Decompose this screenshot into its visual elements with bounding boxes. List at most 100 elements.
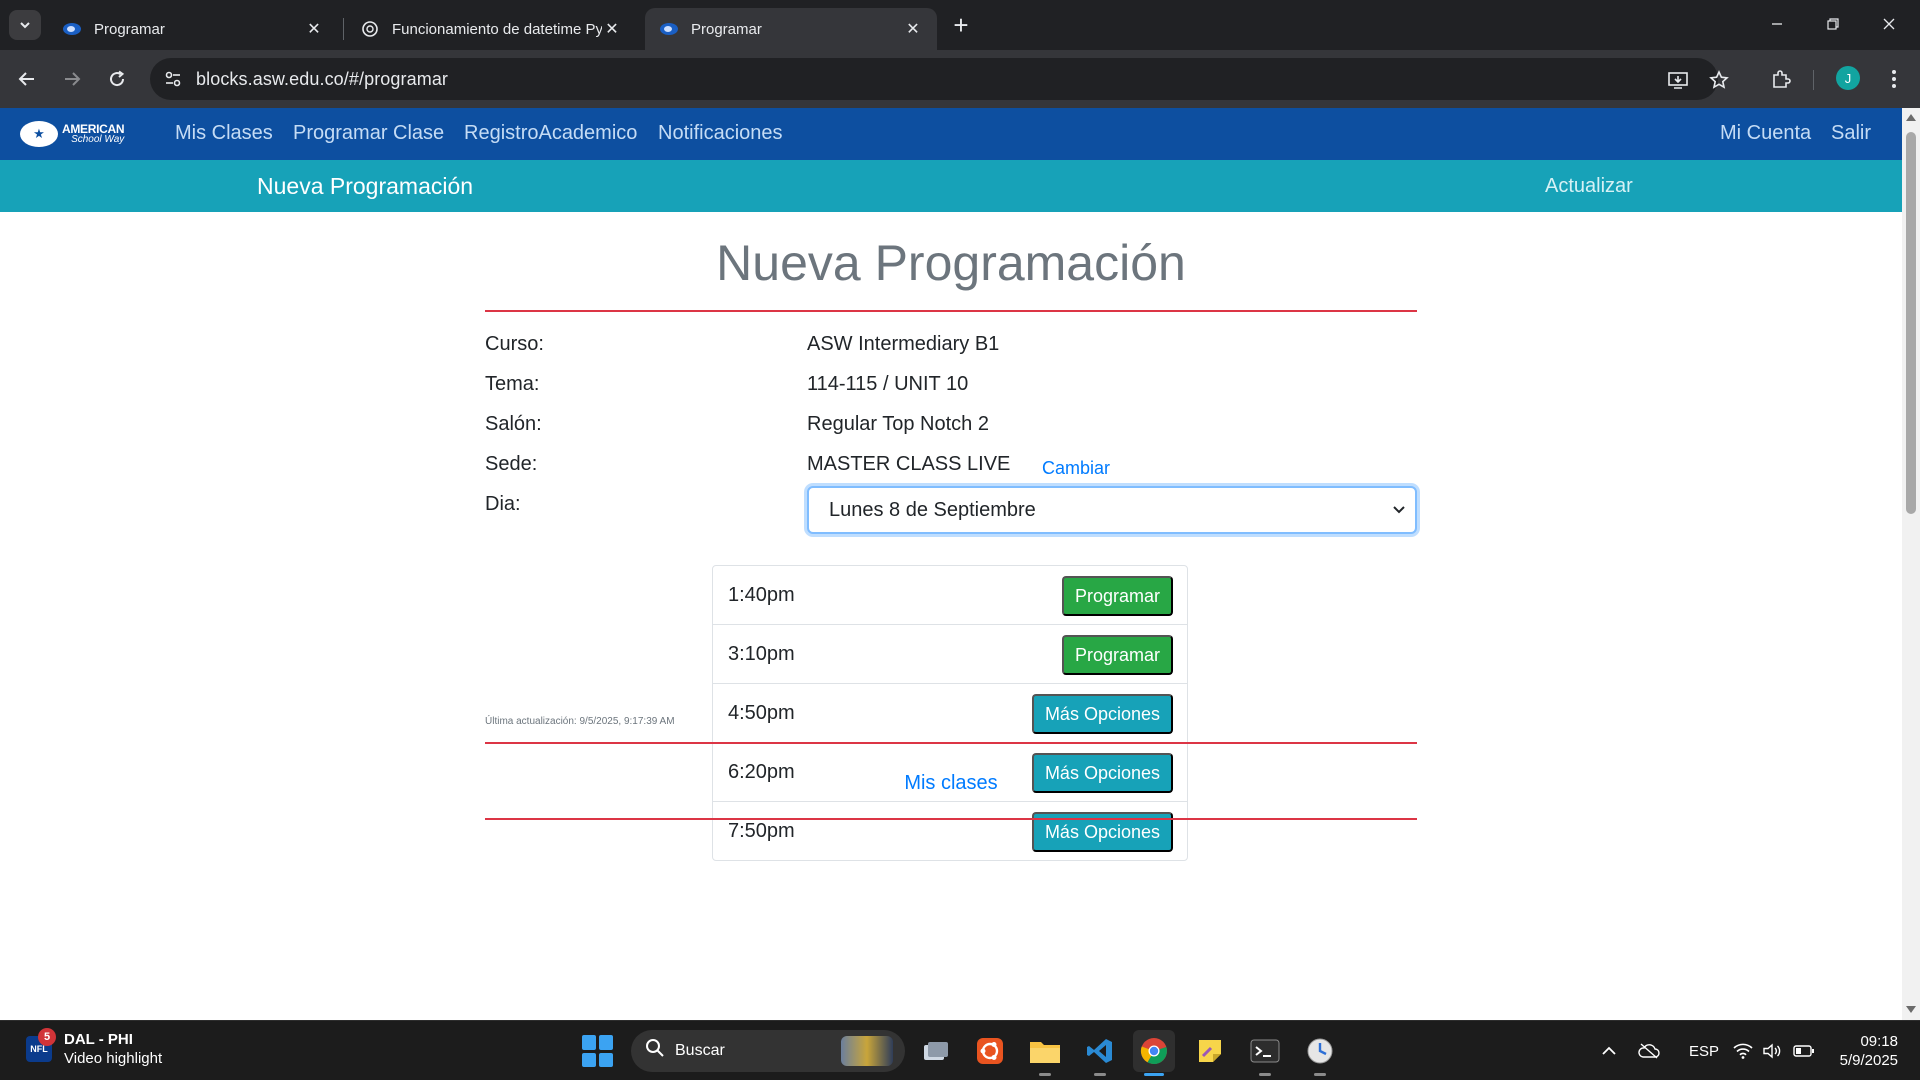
language-indicator[interactable]: ESP [1684,1037,1724,1065]
field-label: Dia: [485,493,521,515]
field-row-dia: Dia: Lunes 8 de Septiembre [485,485,1417,537]
nav-link-registro-academico[interactable]: RegistroAcademico [464,122,637,145]
file-explorer-icon[interactable] [1024,1030,1066,1076]
url-text[interactable]: blocks.asw.edu.co/#/programar [196,69,448,90]
field-label: Sede: [485,453,538,475]
minimize-icon[interactable] [1754,6,1800,42]
scroll-up-arrow-icon[interactable] [1906,114,1916,121]
nav-link-mi-cuenta[interactable]: Mi Cuenta [1720,122,1811,145]
volume-icon[interactable] [1759,1037,1785,1065]
field-row-curso: Curso: ASW Intermediary B1 [485,325,1417,365]
notification-badge: 5 [38,1028,56,1046]
day-select-value: Lunes 8 de Septiembre [829,498,1036,521]
field-row-sede: Sede: MASTER CLASS LIVE Cambiar [485,445,1417,485]
site-settings-icon[interactable] [160,66,186,92]
profile-avatar[interactable]: J [1836,66,1860,90]
toolbar-separator [1813,70,1814,90]
cloud-offline-icon[interactable] [1636,1037,1662,1065]
close-window-icon[interactable] [1866,6,1912,42]
nav-link-mis-clases[interactable]: Mis Clases [175,122,273,145]
windows-start-icon[interactable] [582,1035,614,1067]
address-bar[interactable]: blocks.asw.edu.co/#/programar [150,58,1729,100]
new-tab-button[interactable]: + [945,12,977,40]
page-scrollbar[interactable] [1902,108,1920,1020]
day-select[interactable]: Lunes 8 de Septiembre [807,486,1417,534]
chrome-icon[interactable] [1133,1030,1175,1076]
restore-icon[interactable] [1810,6,1856,42]
close-icon[interactable]: ✕ [903,19,923,39]
back-arrow-icon[interactable] [11,63,43,95]
refresh-link[interactable]: Actualizar [1545,175,1633,198]
wifi-icon[interactable] [1730,1037,1756,1065]
close-icon[interactable]: ✕ [602,19,622,39]
chatgpt-icon [360,19,380,39]
tab-separator [343,18,344,40]
divider [485,742,1417,744]
extensions-icon[interactable] [1765,63,1797,95]
terminal-icon[interactable] [1244,1030,1286,1076]
nav-link-programar-clase[interactable]: Programar Clase [293,122,444,145]
slot-time: 1:40pm [728,584,795,606]
forward-arrow-icon[interactable] [56,63,88,95]
field-label: Curso: [485,333,544,355]
field-row-salon: Salón: Regular Top Notch 2 [485,405,1417,445]
windows-taskbar: NFL 5 DAL - PHI Video highlight Buscar E… [0,1020,1920,1080]
browser-tab-3-active[interactable]: Programar ✕ [645,8,937,50]
tab-title: Programar [691,20,762,38]
install-app-icon[interactable] [1665,67,1691,93]
field-row-tema: Tema: 114-115 / UNIT 10 [485,365,1417,405]
field-value: Regular Top Notch 2 [807,413,989,435]
nfl-icon: NFL 5 [26,1028,56,1062]
field-label: Salón: [485,413,542,435]
tab-title: Programar [94,20,165,38]
clock-date: 5/9/2025 [1839,1052,1898,1069]
clock-app-icon[interactable] [1299,1030,1341,1076]
asw-logo-icon [62,19,82,39]
search-placeholder: Buscar [675,1042,725,1059]
change-sede-link[interactable]: Cambiar [1042,458,1110,479]
battery-icon[interactable] [1790,1037,1818,1065]
tab-title: Funcionamiento de datetime Py [392,20,602,38]
bookmark-star-icon[interactable] [1706,67,1732,93]
scroll-down-arrow-icon[interactable] [1906,1006,1916,1013]
nav-link-salir[interactable]: Salir [1831,122,1871,145]
more-menu-icon[interactable] [1878,63,1910,95]
close-icon[interactable]: ✕ [304,19,324,39]
asw-logo-icon [659,19,679,39]
chevron-up-icon[interactable] [1598,1037,1620,1065]
schedule-button[interactable]: Programar [1061,635,1173,675]
browser-toolbar: blocks.asw.edu.co/#/programar J [0,50,1920,108]
my-classes-link[interactable]: Mis clases [485,772,1417,795]
form-container: Nueva Programación Curso: ASW Intermedia… [485,212,1417,537]
browser-tabstrip: Programar ✕ Funcionamiento de datetime P… [0,0,1920,50]
vscode-icon[interactable] [1079,1030,1121,1076]
tab-search-button[interactable] [9,10,41,40]
page-viewport: ★ AMERICAN School Way Mis Clases Program… [0,108,1902,1020]
field-label: Tema: [485,373,540,395]
page-title: Nueva Programación [716,235,1186,291]
search-highlight-image [841,1036,893,1066]
reload-icon[interactable] [101,63,133,95]
news-widget[interactable]: NFL 5 DAL - PHI Video highlight [26,1028,162,1068]
star-logo-icon: ★ [20,121,58,147]
taskbar-search[interactable]: Buscar [631,1030,905,1072]
system-clock[interactable]: 09:18 5/9/2025 [1830,1032,1898,1070]
list-item: 1:40pm Programar [713,566,1187,625]
browser-tab-2[interactable]: Funcionamiento de datetime Py ✕ [346,8,636,50]
nav-link-notificaciones[interactable]: Notificaciones [658,122,783,145]
chevron-down-icon [1393,502,1405,518]
field-value: 114-115 / UNIT 10 [807,373,969,395]
more-options-button[interactable]: Más Opciones [1031,694,1173,734]
ubuntu-icon[interactable] [969,1030,1011,1072]
sub-navbar: Nueva Programación Actualizar [0,160,1902,212]
slot-time: 7:50pm [728,820,795,842]
sticky-notes-icon[interactable] [1189,1030,1231,1072]
widget-title: DAL - PHI [64,1031,133,1048]
divider [485,818,1417,820]
task-view-icon[interactable] [915,1030,957,1072]
list-item: 4:50pm Más Opciones [713,684,1187,743]
asw-logo[interactable]: ★ AMERICAN School Way [20,119,125,149]
browser-tab-1[interactable]: Programar ✕ [48,8,338,50]
scroll-thumb[interactable] [1906,132,1916,514]
schedule-button[interactable]: Programar [1061,576,1173,616]
